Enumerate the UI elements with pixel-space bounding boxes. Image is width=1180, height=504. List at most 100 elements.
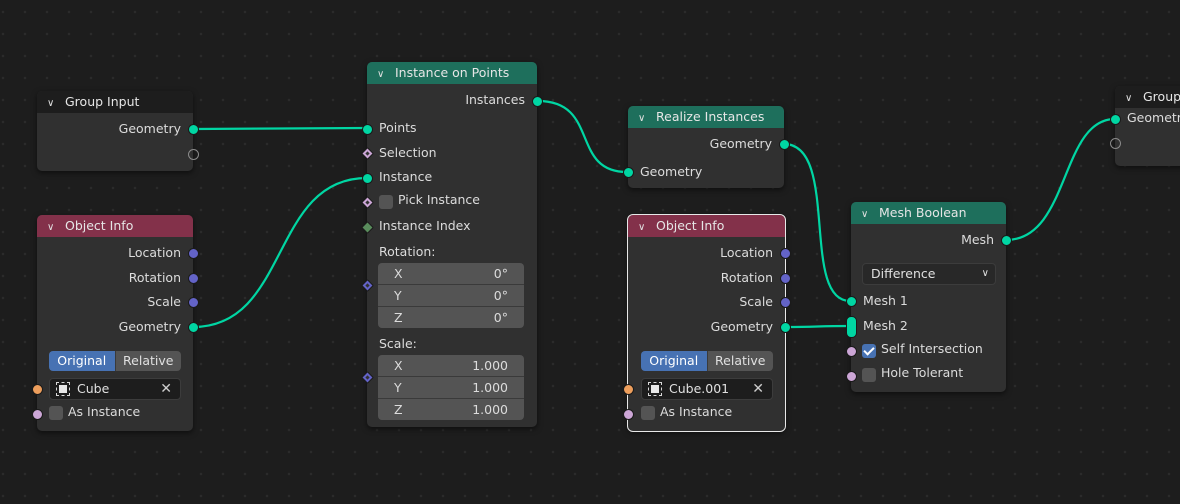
input-label: Instance <box>379 169 433 184</box>
as-instance-checkbox[interactable] <box>49 406 63 420</box>
output-socket-rotation[interactable] <box>780 273 791 284</box>
input-socket-self-intersection[interactable] <box>846 346 857 357</box>
object-field[interactable]: Cube ✕ <box>49 378 181 400</box>
node-group-output[interactable]: ∨ Group Geometry <box>1110 86 1180 166</box>
chevron-down-icon[interactable]: ∨ <box>47 93 59 113</box>
rotation-x-field[interactable]: X 0° <box>378 263 524 284</box>
pick-instance-checkbox[interactable] <box>379 195 393 209</box>
cube-object-icon <box>56 382 70 396</box>
input-socket-object[interactable] <box>32 384 43 395</box>
chevron-down-icon[interactable]: ∨ <box>638 108 650 128</box>
node-header[interactable]: ∨ Group <box>1115 86 1180 108</box>
self-intersection-checkbox[interactable] <box>862 344 876 358</box>
output-socket-empty[interactable] <box>188 149 199 160</box>
node-mesh-boolean[interactable]: ∨ Mesh Boolean Mesh Difference ∨ Mesh 1 M… <box>846 202 1012 392</box>
transform-space-toggle[interactable]: Original Relative <box>49 351 181 371</box>
pick-instance-label: Pick Instance <box>398 192 480 207</box>
node-header[interactable]: ∨ Group Input <box>37 91 193 113</box>
output-socket-geometry[interactable] <box>188 322 199 333</box>
input-socket-rotation[interactable] <box>361 279 374 292</box>
node-title: Mesh Boolean <box>879 205 967 220</box>
input-socket-empty[interactable] <box>1110 138 1121 149</box>
output-label: Instances <box>465 92 525 107</box>
relative-button[interactable]: Relative <box>114 351 181 371</box>
input-socket-instance-index[interactable] <box>361 221 374 234</box>
chevron-down-icon[interactable]: ∨ <box>377 64 389 84</box>
input-socket-hole-tolerant[interactable] <box>846 371 857 382</box>
chevron-down-icon[interactable]: ∨ <box>1125 88 1137 108</box>
scale-z-field[interactable]: Z 1.000 <box>378 398 524 420</box>
input-socket-pick-instance[interactable] <box>361 196 374 209</box>
input-socket-mesh1[interactable] <box>846 296 857 307</box>
input-socket-scale[interactable] <box>361 371 374 384</box>
rotation-vector-field[interactable]: X 0° Y 0° Z 0° <box>378 263 524 328</box>
input-socket-geometry[interactable] <box>1110 114 1121 125</box>
node-header[interactable]: ∨ Object Info <box>37 215 193 237</box>
input-socket-object[interactable] <box>623 384 634 395</box>
rotation-y-field[interactable]: Y 0° <box>378 284 524 306</box>
output-socket-geometry[interactable] <box>188 124 199 135</box>
link-groupinput-to-points <box>192 126 368 131</box>
input-socket-mesh2-multi[interactable] <box>846 316 857 338</box>
output-socket-location[interactable] <box>780 248 791 259</box>
operation-dropdown[interactable]: Difference ∨ <box>862 263 996 285</box>
input-socket-selection[interactable] <box>361 147 374 160</box>
link-realize-to-mesh1 <box>783 142 851 303</box>
scale-vector-field[interactable]: X 1.000 Y 1.000 Z 1.000 <box>378 355 524 420</box>
as-instance-checkbox[interactable] <box>641 406 655 420</box>
axis-label: Z <box>394 402 403 417</box>
relative-button[interactable]: Relative <box>706 351 773 371</box>
node-realize-instances[interactable]: ∨ Realize Instances Geometry Geometry <box>623 106 790 188</box>
axis-value: 0° <box>493 288 508 303</box>
axis-label: Y <box>394 380 402 395</box>
object-field[interactable]: Cube.001 ✕ <box>641 378 773 400</box>
chevron-down-icon[interactable]: ∨ <box>47 217 59 237</box>
node-group-input[interactable]: ∨ Group Input Geometry <box>37 91 199 171</box>
output-socket-geometry[interactable] <box>780 322 791 333</box>
node-header[interactable]: ∨ Realize Instances <box>628 106 784 128</box>
object-name: Cube <box>77 381 110 396</box>
axis-label: Z <box>394 310 403 325</box>
input-socket-as-instance[interactable] <box>623 409 634 420</box>
node-header[interactable]: ∨ Object Info <box>628 215 785 237</box>
scale-label: Scale: <box>379 336 417 351</box>
clear-icon[interactable]: ✕ <box>752 379 764 399</box>
input-socket-geometry[interactable] <box>623 167 634 178</box>
input-socket-points[interactable] <box>362 124 373 135</box>
node-header[interactable]: ∨ Mesh Boolean <box>851 202 1006 224</box>
output-socket-scale[interactable] <box>188 297 199 308</box>
hole-tolerant-label: Hole Tolerant <box>881 365 964 380</box>
clear-icon[interactable]: ✕ <box>160 379 172 399</box>
output-socket-scale[interactable] <box>780 297 791 308</box>
cube-object-icon <box>648 382 662 396</box>
output-label: Scale <box>147 294 181 309</box>
output-socket-instances[interactable] <box>532 96 543 107</box>
chevron-down-icon: ∨ <box>981 268 989 279</box>
output-label: Location <box>720 245 773 260</box>
node-title: Object Info <box>65 218 134 233</box>
transform-space-toggle[interactable]: Original Relative <box>641 351 773 371</box>
scale-x-field[interactable]: X 1.000 <box>378 355 524 376</box>
node-object-info-selected[interactable]: ∨ Object Info Location Rotation Scale Geo… <box>623 214 791 432</box>
scale-y-field[interactable]: Y 1.000 <box>378 376 524 398</box>
chevron-down-icon[interactable]: ∨ <box>861 204 873 224</box>
axis-label: X <box>394 266 403 281</box>
original-button[interactable]: Original <box>49 351 115 371</box>
input-socket-as-instance[interactable] <box>32 409 43 420</box>
axis-label: X <box>394 358 403 373</box>
original-button[interactable]: Original <box>641 351 707 371</box>
node-header[interactable]: ∨ Instance on Points <box>367 62 537 84</box>
rotation-z-field[interactable]: Z 0° <box>378 306 524 328</box>
node-object-info[interactable]: ∨ Object Info Location Rotation Scale Geo… <box>32 215 199 431</box>
hole-tolerant-checkbox[interactable] <box>862 368 876 382</box>
output-socket-rotation[interactable] <box>188 273 199 284</box>
chevron-down-icon[interactable]: ∨ <box>638 217 650 237</box>
output-socket-mesh[interactable] <box>1001 235 1012 246</box>
axis-label: Y <box>394 288 402 303</box>
input-socket-instance[interactable] <box>362 173 373 184</box>
axis-value: 1.000 <box>472 358 508 373</box>
node-instance-on-points[interactable]: ∨ Instance on Points Instances Points Sel… <box>361 62 543 427</box>
node-title: Object Info <box>656 218 725 233</box>
output-socket-geometry[interactable] <box>779 139 790 150</box>
output-socket-location[interactable] <box>188 248 199 259</box>
